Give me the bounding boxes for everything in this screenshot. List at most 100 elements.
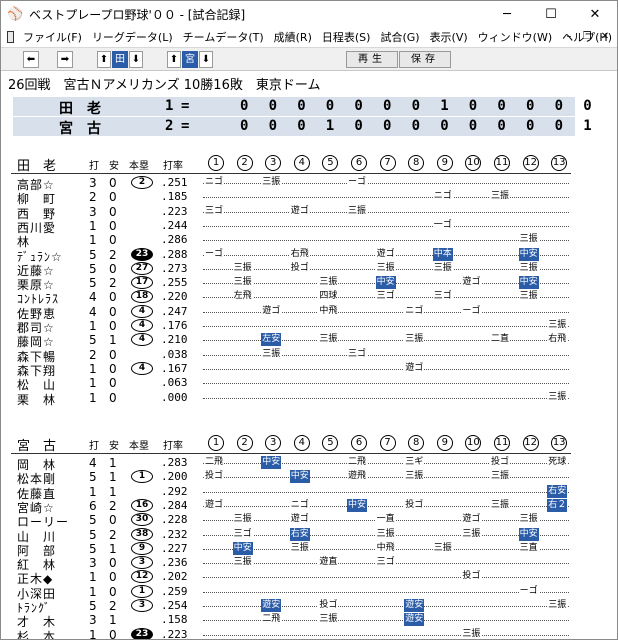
team1-down-button[interactable]: ⬇	[129, 51, 143, 68]
save-button[interactable]: 保存	[399, 51, 451, 68]
header-hr: 本塁	[129, 161, 149, 172]
at-bat-result: 三振	[518, 261, 539, 275]
at-bats: 6	[89, 498, 97, 513]
at-bat-result: 三振	[547, 599, 568, 612]
home-runs: 3	[131, 556, 153, 570]
at-bats: 3	[89, 204, 97, 219]
at-bats: 5	[89, 527, 97, 542]
hits: 1	[109, 470, 117, 485]
inning-score: 0	[383, 118, 392, 134]
play-button[interactable]: 再生	[346, 51, 398, 68]
close-button[interactable]: ✕	[573, 1, 617, 28]
at-bat-result: 投ゴ	[461, 570, 482, 584]
hits: 0	[109, 361, 117, 376]
at-bat-result: 中安	[232, 541, 253, 555]
at-bat-result: 三ゴ	[204, 204, 225, 218]
player-row: 柳 町 2 0.185 ニゴ 三振	[5, 190, 615, 206]
at-bats: 3	[89, 556, 97, 571]
at-bat-result: 遊ゴ	[375, 247, 396, 261]
at-bat-result: 三振	[232, 261, 253, 275]
player-name[interactable]: 杉 本	[17, 628, 69, 639]
app-window: ⚾ ベストプレープロ野球'００ - [試合記録] ─ ☐ ✕ ファイル(F) リ…	[0, 0, 618, 640]
player-row: 佐野恵 4 0 4.247 遊ゴ 中飛 ニゴ ーゴ	[5, 304, 615, 321]
at-bat-result: 三振	[518, 513, 539, 527]
prev-arrow-button[interactable]: ⬅	[23, 51, 39, 68]
at-bats: 3	[89, 176, 97, 190]
team1-button[interactable]: 田	[112, 51, 128, 68]
player-row: 宮崎☆ 6 2 16.284 遊ゴ ニゴ 中安 投ゴ 三振 右２	[5, 498, 615, 515]
window-title: ベストプレープロ野球'００ - [試合記録]	[29, 8, 246, 22]
menu-window[interactable]: ウィンドウ(W)	[473, 29, 557, 45]
dotted-leader	[203, 311, 569, 313]
at-bat-result: 二飛	[204, 456, 225, 469]
at-bat-result: 中安	[518, 527, 539, 541]
mdi-restore-icon[interactable]: ❐	[579, 29, 595, 44]
at-bat-result: 三振	[461, 527, 482, 541]
at-bat-result: 投ゴ	[318, 599, 339, 612]
mdi-minimize-icon[interactable]: –	[561, 29, 577, 44]
hits: 0	[109, 233, 117, 248]
inning-score: 1	[325, 118, 335, 134]
header-hr: 本塁	[129, 441, 149, 452]
inning-header: 4	[293, 435, 310, 451]
home-runs: 4	[131, 319, 153, 332]
menu-schedule[interactable]: 日程表(S)	[317, 29, 376, 45]
inning-score: 0	[411, 118, 421, 134]
inning-header: 5	[322, 155, 339, 171]
at-bat-result: 三直	[518, 541, 539, 555]
next-arrow-button[interactable]: ➡	[57, 51, 73, 68]
menu-team-data[interactable]: チームデータ(T)	[178, 29, 269, 45]
maximize-button[interactable]: ☐	[529, 1, 573, 28]
batting-average: .251	[161, 176, 188, 189]
document-icon[interactable]	[7, 31, 15, 43]
menu-game[interactable]: 試合(G)	[375, 29, 424, 45]
at-bats: 1	[89, 570, 97, 585]
menu-view[interactable]: 表示(V)	[425, 29, 473, 45]
team2-up-button[interactable]: ⬆	[167, 51, 181, 68]
batting-average: .158	[161, 613, 188, 627]
menu-league-data[interactable]: リーグデータ(L)	[87, 29, 178, 45]
home-runs: 9	[131, 541, 153, 555]
mdi-close-icon[interactable]: ✕	[597, 29, 613, 44]
at-bat-result: 三振	[490, 498, 511, 512]
batting-average: .228	[161, 513, 188, 527]
batting-average: .210	[161, 333, 188, 347]
at-bat-result: 三振	[547, 319, 568, 332]
player-name[interactable]: 栗 林	[17, 391, 69, 408]
team1-up-button[interactable]: ⬆	[97, 51, 111, 68]
hits: 0	[109, 584, 117, 599]
batting-average: .202	[161, 570, 188, 584]
home-runs: 4	[131, 333, 153, 347]
hits: 0	[109, 190, 117, 205]
at-bat-result: 中安	[289, 470, 310, 484]
hits: 1	[109, 456, 117, 470]
team2-button[interactable]: 宮	[182, 51, 198, 68]
inning-score: 0	[240, 118, 249, 134]
dotted-leader	[203, 383, 569, 385]
at-bat-result: 中安	[518, 247, 539, 261]
menu-stats[interactable]: 成績(R)	[269, 29, 317, 45]
at-bat-result: 三振	[347, 204, 368, 218]
at-bat-result: 三振	[318, 613, 339, 627]
at-bat-result: 三振	[518, 290, 539, 304]
at-bat-result: 中本	[432, 247, 453, 261]
player-row: 紅 林 3 0 3.236 三振 遊直 三ゴ	[5, 556, 615, 572]
hits: 0	[109, 204, 117, 219]
team2-down-button[interactable]: ⬇	[199, 51, 213, 68]
at-bat-result: 中飛	[318, 304, 339, 318]
hits: 1	[109, 333, 117, 348]
at-bat-result: 三ゴ	[432, 290, 453, 304]
at-bats: 5	[89, 513, 97, 528]
at-bat-result: 三振	[490, 190, 511, 204]
at-bats: 2	[89, 347, 97, 362]
at-bat-result: 三ゴ	[347, 347, 368, 361]
player-row: 岡 林 4 1.283 二飛 中安 二飛 三ギ 投ゴ 死球	[5, 456, 615, 472]
dotted-leader	[203, 211, 569, 213]
batting-average: .236	[161, 556, 188, 570]
at-bats: 1	[89, 484, 97, 499]
player-row: 杉 本 1 0 23 .223 三振	[5, 627, 615, 639]
player-row: 高部☆ 3 0 2.251 ニゴ 三振 ーゴ	[5, 176, 615, 192]
home-runs: 23	[131, 247, 153, 261]
menu-file[interactable]: ファイル(F)	[18, 29, 87, 45]
minimize-button[interactable]: ─	[485, 1, 529, 28]
